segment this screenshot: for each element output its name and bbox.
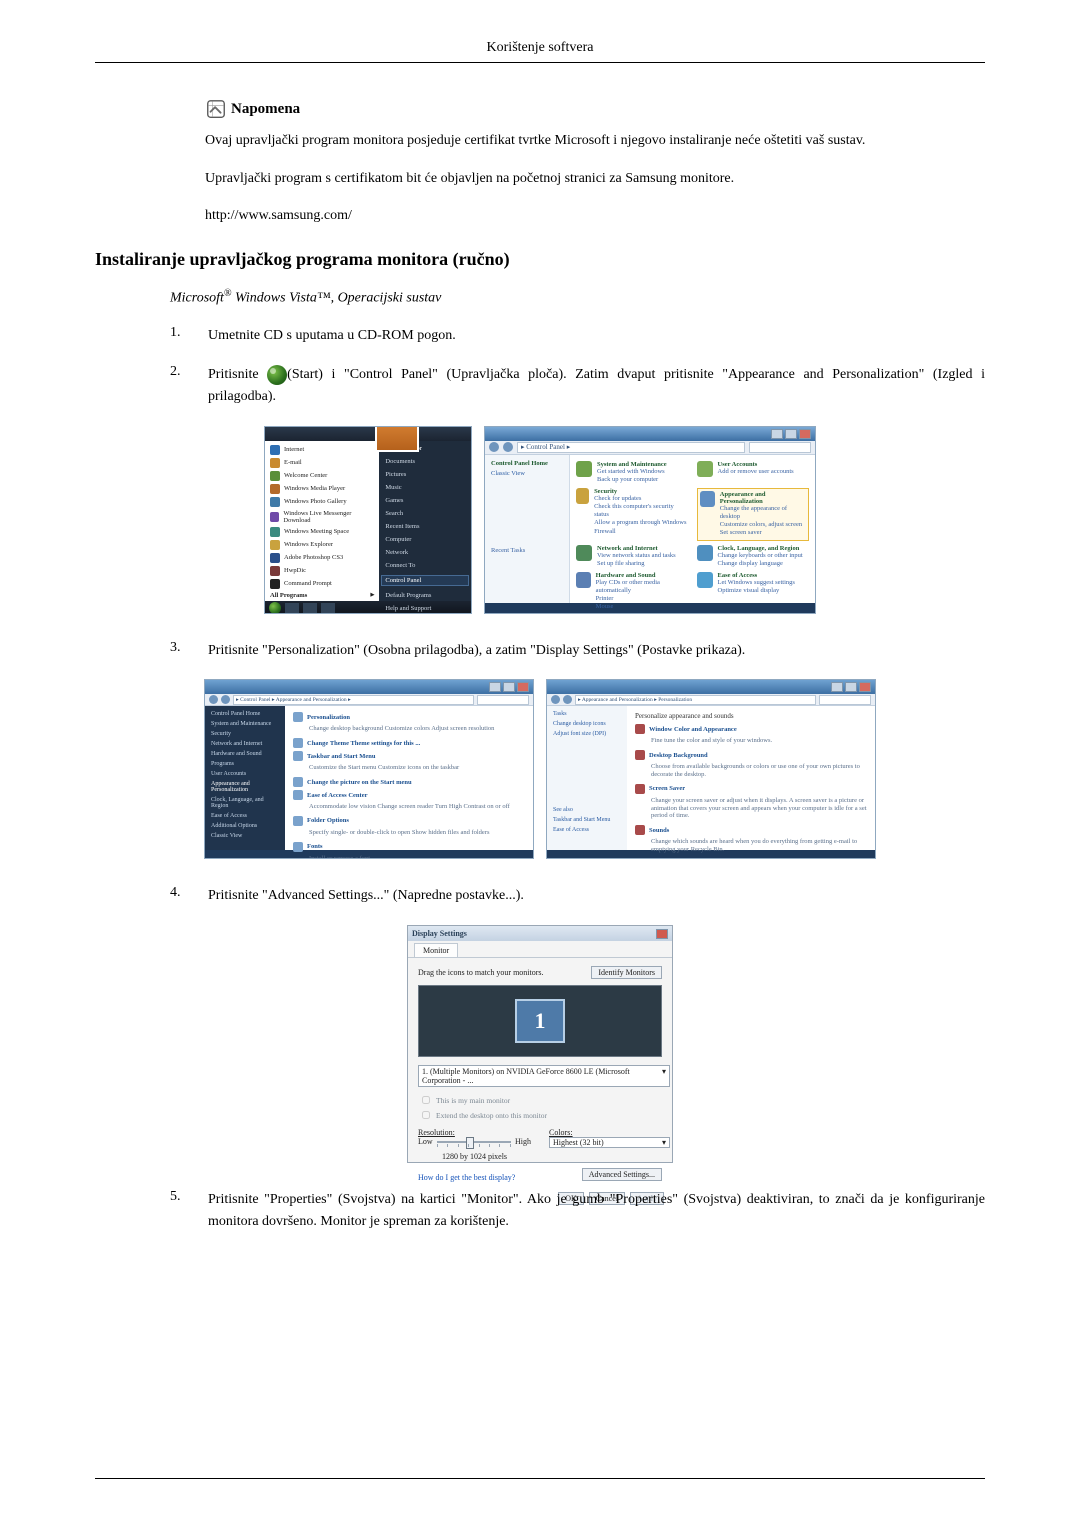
step-1: 1. Umetnite CD s uputama u CD-ROM pogon. [170, 325, 985, 347]
note-heading: Napomena [205, 98, 985, 120]
note-paragraph-2: Upravljački program s certifikatom bit ć… [205, 168, 985, 190]
monitor-thumbnail[interactable]: 1 [515, 999, 565, 1043]
section-title: Instaliranje upravljačkog programa monit… [95, 249, 985, 270]
resolution-slider[interactable]: Low High [418, 1137, 531, 1146]
footer-rule [95, 1478, 985, 1479]
screenshot-personalization-right: ▸ Appearance and Personalization ▸ Perso… [546, 679, 876, 859]
screenshot-display-settings: Display Settings Monitor Drag the icons … [407, 925, 673, 1163]
monitor-select[interactable]: 1. (Multiple Monitors) on NVIDIA GeForce… [418, 1065, 670, 1087]
colors-select[interactable]: Highest (32 bit)▾ [549, 1137, 670, 1148]
step-5: 5. Pritisnite "Properties" (Svojstva) na… [170, 1189, 985, 1232]
step-3: 3. Pritisnite "Personalization" (Osobna … [170, 640, 985, 662]
subtitle: Microsoft® Windows Vista™, Operacijski s… [170, 288, 985, 307]
main-monitor-checkbox: This is my main monitor [418, 1093, 662, 1107]
best-display-link[interactable]: How do I get the best display? [418, 1173, 515, 1182]
screenshot-start-menu: Internet E-mail Welcome Center Windows M… [264, 426, 472, 614]
note-title: Napomena [231, 101, 300, 118]
step-4: 4. Pritisnite "Advanced Settings..." (Na… [170, 885, 985, 907]
identify-monitors-button[interactable]: Identify Monitors [591, 966, 662, 979]
note-icon [205, 98, 227, 120]
step-2: 2. Pritisnite (Start) i "Control Panel" … [170, 364, 985, 407]
tab-monitor[interactable]: Monitor [414, 943, 458, 957]
screenshot-personalization-left: ▸ Control Panel ▸ Appearance and Persona… [204, 679, 534, 859]
note-url: http://www.samsung.com/ [205, 205, 985, 227]
screenshot-control-panel: ▸ Control Panel ▸ Control Panel Home Cla… [484, 426, 816, 614]
extend-desktop-checkbox: Extend the desktop onto this monitor [418, 1108, 662, 1122]
advanced-settings-button[interactable]: Advanced Settings... [582, 1168, 662, 1181]
windows-start-icon [267, 365, 287, 385]
note-paragraph-1: Ovaj upravljački program monitora posjed… [205, 130, 985, 152]
page-header: Korištenje softvera [95, 40, 985, 63]
